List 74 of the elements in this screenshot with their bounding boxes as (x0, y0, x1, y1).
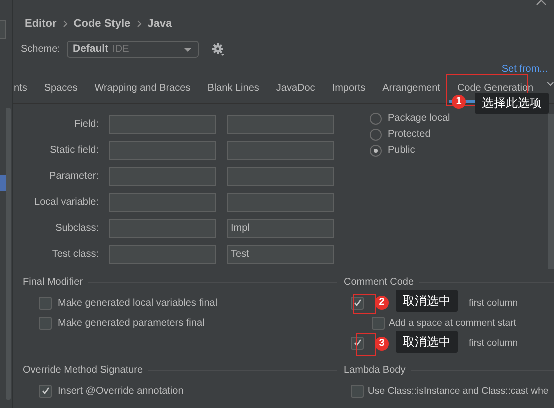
checkbox-label: Add a space at comment start (389, 318, 516, 328)
tab[interactable]: Spaces (36, 81, 86, 103)
prefix-input-field[interactable] (109, 115, 216, 134)
section-title: Override Method Signature (23, 364, 144, 376)
radio-label: Public (388, 145, 416, 156)
step-badge: 1 (452, 95, 466, 109)
check-icon (40, 386, 50, 396)
tab[interactable]: Wrapping and Braces (86, 81, 199, 103)
section-title: Comment Code (344, 276, 414, 288)
checkbox[interactable] (351, 296, 364, 310)
section-title: Final Modifier (23, 276, 84, 288)
checkbox[interactable] (39, 296, 52, 310)
radio-button[interactable] (370, 112, 382, 124)
scheme-label: Scheme: (21, 44, 62, 54)
checkbox-label: first column (469, 298, 518, 308)
breadcrumb-item: Java (148, 18, 172, 30)
checkbox-label: Insert @Override annotation (58, 386, 184, 396)
step-badge: 2 (375, 296, 389, 310)
check-icon (352, 298, 362, 308)
radio-label: Package local (388, 113, 450, 124)
suffix-input-field[interactable]: Impl (227, 219, 334, 238)
field-label: Local variable: (34, 197, 99, 208)
checkbox-label: Make generated parameters final (58, 318, 205, 328)
chevron-down-icon[interactable] (546, 81, 554, 87)
field-label: Test class: (51, 249, 99, 260)
chevron-icon (62, 20, 68, 28)
set-from-link[interactable]: Set from... (502, 64, 548, 76)
suffix-input-field[interactable]: Test (227, 245, 334, 264)
settings-icon[interactable] (212, 42, 225, 56)
field-label: Parameter: (48, 171, 99, 182)
suffix-input-field[interactable] (227, 115, 334, 134)
close-icon[interactable] (536, 0, 546, 6)
suffix-input-field[interactable] (227, 141, 334, 160)
radio-label: Protected (388, 129, 431, 140)
breadcrumb-item: Editor (25, 18, 57, 30)
checkbox[interactable] (39, 316, 52, 330)
checkbox[interactable] (351, 336, 364, 350)
checkbox[interactable] (372, 316, 385, 330)
section-title: Lambda Body (344, 364, 406, 376)
breadcrumb-item: Code Style (74, 18, 131, 30)
checkbox-label: Use Class::isInstance and Class::cast whe (368, 386, 549, 396)
checkbox-label: first column (469, 338, 518, 348)
suffix-input-field[interactable] (227, 167, 334, 186)
prefix-input-field[interactable] (109, 245, 216, 264)
tab[interactable]: Arrangement (374, 81, 448, 103)
field-label: Subclass: (54, 223, 99, 234)
scrollbar[interactable] (548, 114, 554, 269)
radio-button[interactable] (370, 128, 382, 140)
field-label: Static field: (49, 145, 99, 156)
prefix-input-field[interactable] (109, 141, 216, 160)
callout-tooltip: 取消选中 (396, 290, 458, 312)
sidebar-scrollbar[interactable] (6, 108, 11, 400)
checkbox-label: Make generated local variables final (58, 298, 218, 308)
checkbox[interactable] (351, 384, 364, 398)
sidebar-selected-item[interactable] (0, 175, 6, 191)
sidebar-search-field[interactable] (0, 20, 6, 39)
tab[interactable]: JavaDoc (268, 81, 324, 103)
field-label: Field: (74, 119, 99, 130)
chevron-icon (136, 20, 142, 28)
tab[interactable]: Imports (324, 81, 374, 103)
tab[interactable]: nts (13, 81, 36, 103)
scheme-dropdown[interactable]: Default IDE (67, 40, 199, 58)
check-icon (352, 338, 362, 348)
prefix-input-field[interactable] (109, 167, 216, 186)
radio-button[interactable] (370, 144, 382, 156)
suffix-input-field[interactable] (227, 193, 334, 212)
callout-tooltip: 取消选中 (396, 331, 458, 353)
caret-icon (184, 48, 192, 52)
prefix-input-field[interactable] (109, 219, 216, 238)
checkbox[interactable] (39, 384, 52, 398)
step-badge: 3 (375, 337, 389, 351)
callout-tooltip: 选择此选项 (475, 93, 549, 114)
prefix-input-field[interactable] (109, 193, 216, 212)
tab[interactable]: Blank Lines (200, 81, 268, 103)
